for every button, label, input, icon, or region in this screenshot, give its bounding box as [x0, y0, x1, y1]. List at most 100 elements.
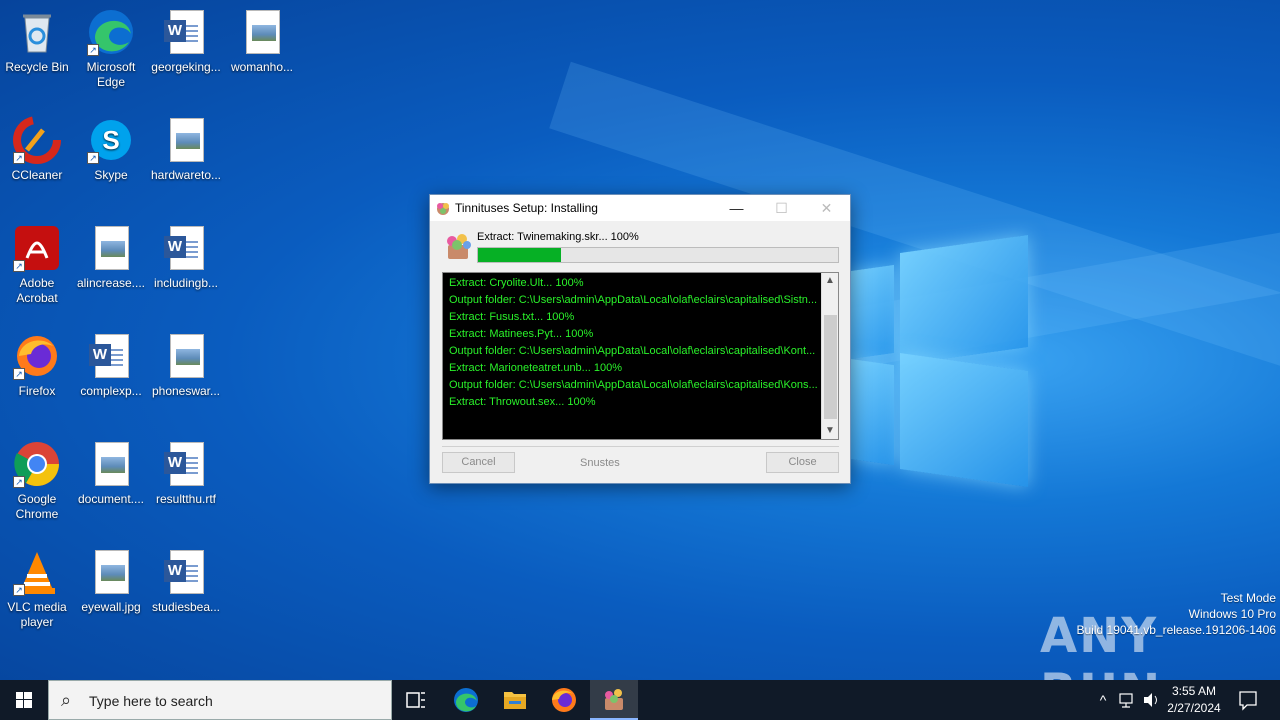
desktop-icon-phoneswar[interactable]: phoneswar... — [149, 332, 223, 399]
scroll-up-icon[interactable]: ▲ — [822, 273, 838, 289]
desktop-icon-includingb[interactable]: W includingb... — [149, 224, 223, 291]
task-view-icon — [406, 692, 425, 708]
word-doc-icon: W — [162, 440, 210, 488]
image-file-icon — [162, 332, 210, 380]
firefox-icon — [552, 688, 576, 712]
desktop-icon-georgeking[interactable]: W georgeking... — [149, 8, 223, 75]
edge-icon — [454, 688, 478, 712]
shortcut-arrow-icon: ↗ — [13, 260, 25, 272]
installer-app-icon — [435, 200, 451, 216]
desktop-icon-vlc[interactable]: ↗ VLC media player — [0, 548, 74, 630]
volume-tray-button[interactable] — [1140, 680, 1162, 720]
clock-date: 2/27/2024 — [1167, 701, 1221, 715]
maximize-button[interactable]: ☐ — [759, 195, 804, 221]
installer-titlebar[interactable]: Tinnituses Setup: Installing — ☐ ✕ — [430, 195, 850, 221]
desktop-icon-alincrease[interactable]: alincrease.... — [74, 224, 148, 291]
desktop-icon-studiesbea[interactable]: W studiesbea... — [149, 548, 223, 615]
desktop-icon-microsoft-edge[interactable]: ↗ Microsoft Edge — [74, 8, 148, 90]
windows-logo-pane — [850, 358, 894, 466]
log-line: Extract: Matinees.Pyt... 100% — [449, 328, 594, 340]
shortcut-arrow-icon: ↗ — [87, 44, 99, 56]
install-log[interactable]: Extract: Cryolite.Ult... 100% Output fold… — [442, 272, 839, 440]
taskbar-search-box[interactable]: ⌕ Type here to search — [48, 680, 392, 720]
windows-start-icon — [16, 692, 32, 708]
installer-brand-text: Snustes — [580, 457, 620, 469]
cancel-button[interactable]: Cancel — [442, 452, 515, 473]
word-doc-icon: W — [162, 548, 210, 596]
desktop-icon-google-chrome[interactable]: ↗ Google Chrome — [0, 440, 74, 522]
windows-logo-pane — [900, 353, 1028, 487]
taskbar-edge[interactable] — [442, 680, 490, 720]
word-doc-icon: W — [87, 332, 135, 380]
scroll-thumb[interactable] — [824, 315, 837, 419]
network-tray-button[interactable] — [1116, 680, 1138, 720]
chrome-icon: ↗ — [13, 440, 61, 488]
close-window-button[interactable]: ✕ — [804, 195, 849, 221]
log-line: Extract: Cryolite.Ult... 100% — [449, 277, 584, 289]
word-doc-icon: W — [162, 224, 210, 272]
divider — [442, 446, 839, 447]
log-line: Output folder: C:\Users\admin\AppData\Lo… — [449, 294, 818, 306]
installer-header: Extract: Twinemaking.skr... 100% — [442, 229, 842, 265]
install-progress-fill — [478, 248, 561, 262]
desktop-icon-document[interactable]: document.... — [74, 440, 148, 507]
svg-text:S: S — [102, 125, 119, 155]
log-line: Extract: Marioneteatret.unb... 100% — [449, 362, 623, 374]
desktop-icon-recycle-bin[interactable]: Recycle Bin — [0, 8, 74, 75]
test-mode-watermark: Test Mode Windows 10 Pro Build 19041.vb_… — [1077, 590, 1277, 638]
show-hidden-icons-button[interactable]: ^ — [1092, 680, 1114, 720]
desktop-icon-skype[interactable]: S ↗ Skype — [74, 116, 148, 183]
minimize-button[interactable]: — — [714, 195, 759, 221]
watermark-line: Build 19041.vb_release.191206-1406 — [1076, 623, 1277, 637]
desktop-icon-hardwareto[interactable]: hardwareto... — [149, 116, 223, 183]
taskbar: ⌕ Type here to search ^ 3:55 AM 2/27/202… — [0, 680, 1280, 720]
windows-logo-pane — [850, 264, 894, 360]
desktop-icon-eyewall[interactable]: eyewall.jpg — [74, 548, 148, 615]
scroll-down-icon[interactable]: ▼ — [822, 423, 838, 439]
speaker-icon — [1144, 693, 1157, 707]
installer-title: Tinnituses Setup: Installing — [455, 201, 598, 215]
action-center-button[interactable] — [1234, 680, 1262, 720]
image-file-icon — [87, 548, 135, 596]
task-view-button[interactable] — [392, 680, 440, 720]
image-file-icon — [87, 224, 135, 272]
folder-icon — [504, 692, 526, 709]
log-line: Output folder: C:\Users\admin\AppData\Lo… — [449, 345, 816, 357]
edge-icon: ↗ — [87, 8, 135, 56]
desktop-icon-adobe-acrobat[interactable]: ↗ Adobe Acrobat — [0, 224, 74, 306]
log-line: Extract: Throwout.sex... 100% — [449, 396, 596, 408]
installer-big-icon — [442, 229, 474, 261]
start-button[interactable] — [0, 680, 48, 720]
desktop-icon-resultthu[interactable]: W resultthu.rtf — [149, 440, 223, 507]
skype-icon: S ↗ — [87, 116, 135, 164]
word-doc-icon: W — [162, 8, 210, 56]
recycle-bin-icon — [13, 8, 61, 56]
image-file-icon — [162, 116, 210, 164]
watermark-line: Windows 10 Pro — [1188, 607, 1276, 621]
log-line: Extract: Fusus.txt... 100% — [449, 311, 575, 323]
desktop-icon-womanho[interactable]: womanho... — [225, 8, 299, 75]
install-log-lines: Extract: Cryolite.Ult... 100% Output fold… — [443, 273, 838, 411]
close-button[interactable]: Close — [766, 452, 839, 473]
taskbar-installer[interactable] — [590, 680, 638, 720]
desktop-icon-complexp[interactable]: W complexp... — [74, 332, 148, 399]
taskbar-firefox[interactable] — [540, 680, 588, 720]
log-scrollbar[interactable]: ▲ ▼ — [821, 273, 838, 439]
watermark-line: Test Mode — [1220, 591, 1276, 605]
vlc-icon: ↗ — [13, 548, 61, 596]
install-progress-bar — [477, 247, 839, 263]
taskbar-file-explorer[interactable] — [491, 680, 539, 720]
desktop-icon-ccleaner[interactable]: ↗ CCleaner — [0, 116, 74, 183]
shortcut-arrow-icon: ↗ — [13, 152, 25, 164]
windows-logo-pane — [900, 235, 1028, 365]
taskbar-clock[interactable]: 3:55 AM 2/27/2024 — [1160, 683, 1228, 717]
install-status-text: Extract: Twinemaking.skr... 100% — [477, 231, 639, 243]
search-icon: ⌕ — [61, 690, 72, 710]
shortcut-arrow-icon: ↗ — [87, 152, 99, 164]
log-line: Output folder: C:\Users\admin\AppData\Lo… — [449, 379, 818, 391]
installer-app-icon — [605, 689, 623, 710]
firefox-icon: ↗ — [13, 332, 61, 380]
shortcut-arrow-icon: ↗ — [13, 368, 25, 380]
desktop-icon-firefox[interactable]: ↗ Firefox — [0, 332, 74, 399]
ccleaner-icon: ↗ — [13, 116, 61, 164]
